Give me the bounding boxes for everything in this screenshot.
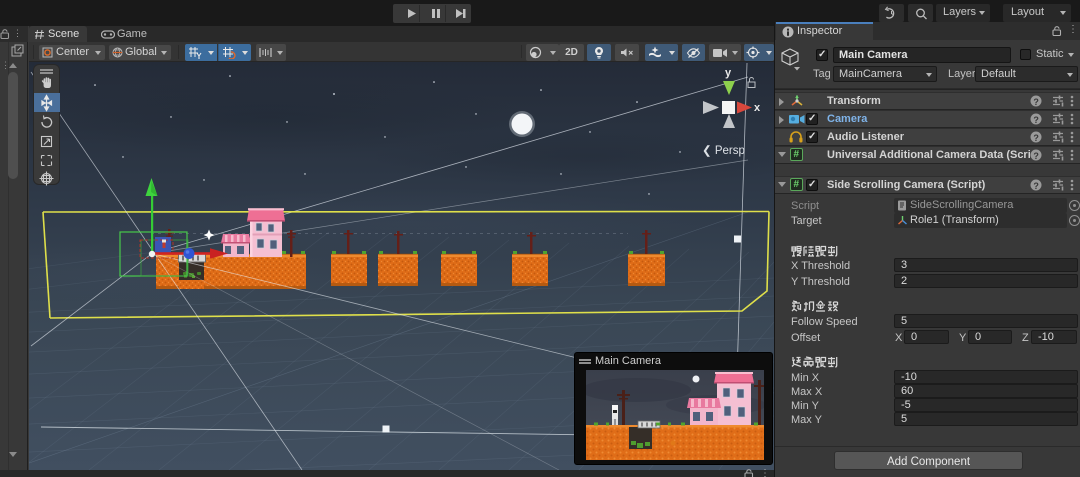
svg-text:x: x — [754, 102, 761, 114]
svg-text:❮ Persp: ❮ Persp — [702, 144, 745, 157]
svg-text:?: ? — [1033, 97, 1039, 107]
svg-text:y: y — [725, 67, 732, 79]
